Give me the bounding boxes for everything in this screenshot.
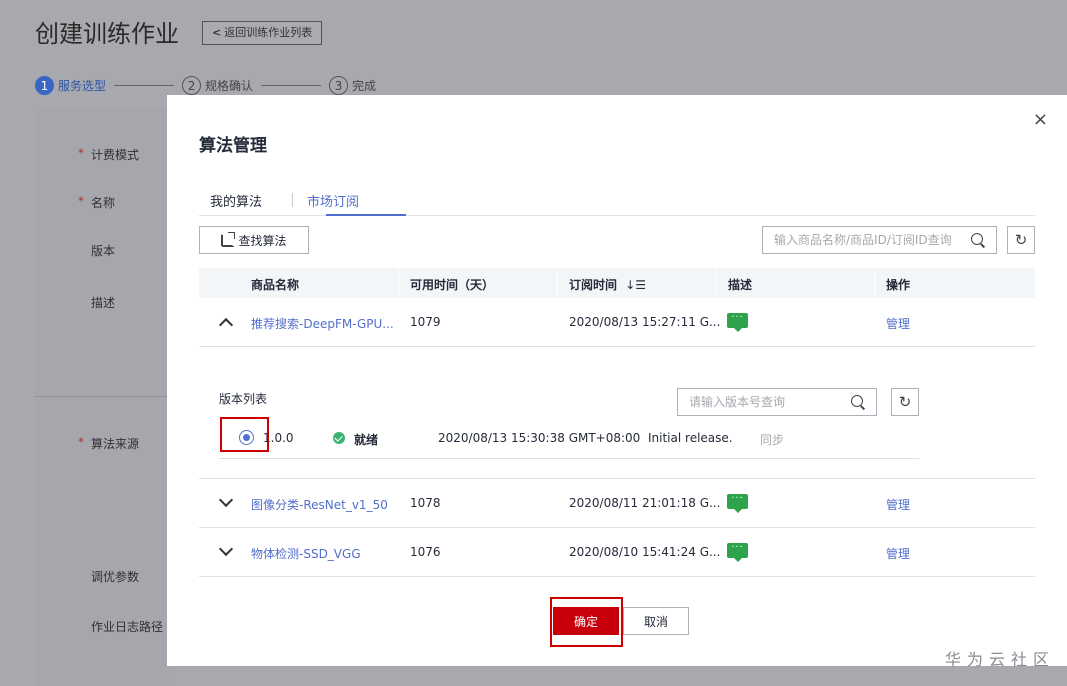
- search-icon[interactable]: [851, 394, 866, 410]
- subscription-table: 商品名称 可用时间（天） 订阅时间 ↓☰ 描述 操作 推荐搜索-DeepFM-G…: [199, 268, 1035, 577]
- billing-label: * 计费模式: [78, 146, 140, 163]
- col-separator: [398, 268, 399, 298]
- chevron-left-icon: <: [212, 26, 222, 39]
- version-refresh-button[interactable]: ↻: [891, 388, 919, 416]
- step-3: 3 完成: [329, 76, 376, 95]
- col-description: 描述: [728, 278, 753, 292]
- table-row: 图像分类-ResNet_v1_50 1078 2020/08/11 21:01:…: [199, 479, 1035, 528]
- sync-link[interactable]: 同步: [760, 431, 784, 448]
- required-mark: *: [78, 146, 84, 160]
- product-name-link[interactable]: 推荐搜索-DeepFM-GPU...: [251, 315, 394, 332]
- col-subscribe-time[interactable]: 订阅时间 ↓☰: [569, 276, 646, 293]
- step-label: 完成: [352, 79, 377, 93]
- version-status: 就绪: [354, 433, 379, 447]
- tab-bar: 我的算法 市场订阅: [199, 187, 1035, 216]
- dialog-title: 算法管理: [199, 136, 267, 156]
- manage-link[interactable]: 管理: [886, 496, 910, 513]
- tuning-params-label: 调优参数: [91, 570, 140, 584]
- tab-separator: [292, 193, 293, 207]
- step-connector: [261, 85, 322, 86]
- search-input[interactable]: [763, 227, 971, 253]
- watermark: 华为云社区: [944, 650, 1055, 669]
- subscribe-time: 2020/08/13 15:27:11 G...: [569, 315, 721, 329]
- manage-link[interactable]: 管理: [886, 315, 910, 332]
- label-text: 算法来源: [91, 437, 140, 451]
- step-number: 2: [182, 76, 202, 95]
- external-link-icon: [221, 232, 236, 247]
- step-1: 1 服务选型: [35, 76, 106, 95]
- subscribe-time: 2020/08/10 15:41:24 G...: [569, 545, 721, 559]
- version-list-title: 版本列表: [219, 392, 268, 406]
- page-title: 创建训练作业: [35, 20, 179, 48]
- description-icon[interactable]: ···: [727, 494, 748, 513]
- refresh-icon: ↻: [1014, 231, 1028, 249]
- back-to-list-button[interactable]: < 返回训练作业列表: [202, 21, 323, 45]
- available-days: 1076: [410, 545, 441, 559]
- manage-link[interactable]: 管理: [886, 545, 910, 562]
- sort-icon[interactable]: ↓☰: [625, 278, 646, 292]
- available-days: 1078: [410, 496, 441, 510]
- available-days: 1079: [410, 315, 441, 329]
- table-row: 物体检测-SSD_VGG 1076 2020/08/10 15:41:24 G.…: [199, 528, 1035, 577]
- description-icon[interactable]: ···: [727, 543, 748, 562]
- divider: [35, 396, 175, 397]
- subscribe-time: 2020/08/11 21:01:18 G...: [569, 496, 721, 510]
- table-header: 商品名称 可用时间（天） 订阅时间 ↓☰ 描述 操作: [199, 268, 1035, 298]
- subscription-search: [762, 226, 997, 254]
- version-time: 2020/08/13 15:30:38 GMT+08:00: [438, 431, 641, 445]
- close-icon[interactable]: ×: [1033, 111, 1048, 129]
- col-actions: 操作: [886, 278, 911, 292]
- refresh-icon: ↻: [898, 393, 912, 411]
- chevron-down-icon[interactable]: [218, 541, 234, 557]
- step-number: 3: [329, 76, 349, 95]
- product-name-link[interactable]: 物体检测-SSD_VGG: [251, 545, 361, 562]
- description-label: 描述: [91, 296, 116, 310]
- col-available-days: 可用时间（天）: [410, 278, 495, 292]
- table-row: 推荐搜索-DeepFM-GPU... 1079 2020/08/13 15:27…: [199, 298, 1035, 347]
- step-2: 2 规格确认: [182, 76, 253, 95]
- col-separator: [874, 268, 875, 298]
- version-label: 版本: [91, 244, 116, 258]
- tab-market-subscription[interactable]: 市场订阅: [307, 191, 359, 210]
- active-tab-indicator: [326, 214, 406, 216]
- version-search: [677, 388, 877, 416]
- algorithm-management-dialog: × 算法管理 我的算法 市场订阅 查找算法 ↻ 商品名称 可用时间（天） 订阅时…: [167, 95, 1067, 666]
- chevron-up-icon[interactable]: [218, 317, 234, 333]
- confirm-button[interactable]: 确定: [553, 607, 619, 635]
- tab-my-algorithms[interactable]: 我的算法: [210, 191, 262, 210]
- log-path-label: 作业日志路径: [91, 620, 164, 634]
- version-number: 1.0.0: [263, 431, 294, 445]
- find-algorithm-button[interactable]: 查找算法: [199, 226, 309, 254]
- version-search-input[interactable]: [678, 389, 851, 415]
- col-separator: [716, 268, 717, 298]
- step-indicator: 1 服务选型 2 规格确认 3 完成: [35, 76, 376, 95]
- check-circle-icon: [333, 432, 345, 444]
- refresh-button[interactable]: ↻: [1007, 226, 1035, 254]
- step-number: 1: [35, 76, 54, 95]
- step-label: 服务选型: [58, 79, 107, 93]
- chevron-down-icon[interactable]: [218, 492, 234, 508]
- product-name-link[interactable]: 图像分类-ResNet_v1_50: [251, 496, 388, 513]
- version-note: Initial release.: [648, 431, 733, 445]
- required-mark: *: [78, 435, 84, 449]
- version-row: 1.0.0 就绪 2020/08/13 15:30:38 GMT+08:00 I…: [219, 417, 919, 459]
- description-icon[interactable]: ···: [727, 313, 748, 332]
- back-button-label: 返回训练作业列表: [224, 26, 313, 39]
- name-label: * 名称: [78, 194, 116, 211]
- search-icon[interactable]: [971, 232, 986, 248]
- cancel-button[interactable]: 取消: [623, 607, 689, 635]
- step-connector: [114, 85, 175, 86]
- label-text: 名称: [91, 196, 116, 210]
- required-mark: *: [78, 194, 84, 208]
- version-list-panel: 版本列表 ↻ 1.0.0 就绪 2020/08/13 15:30:38 GMT+…: [199, 347, 1035, 479]
- version-radio[interactable]: [239, 430, 254, 445]
- col-product-name: 商品名称: [251, 278, 300, 292]
- step-label: 规格确认: [205, 79, 254, 93]
- col-separator: [557, 268, 558, 298]
- label-text: 计费模式: [91, 148, 140, 162]
- find-button-label: 查找算法: [238, 233, 287, 248]
- col-label: 订阅时间: [569, 278, 618, 292]
- algorithm-source-label: * 算法来源: [78, 435, 140, 452]
